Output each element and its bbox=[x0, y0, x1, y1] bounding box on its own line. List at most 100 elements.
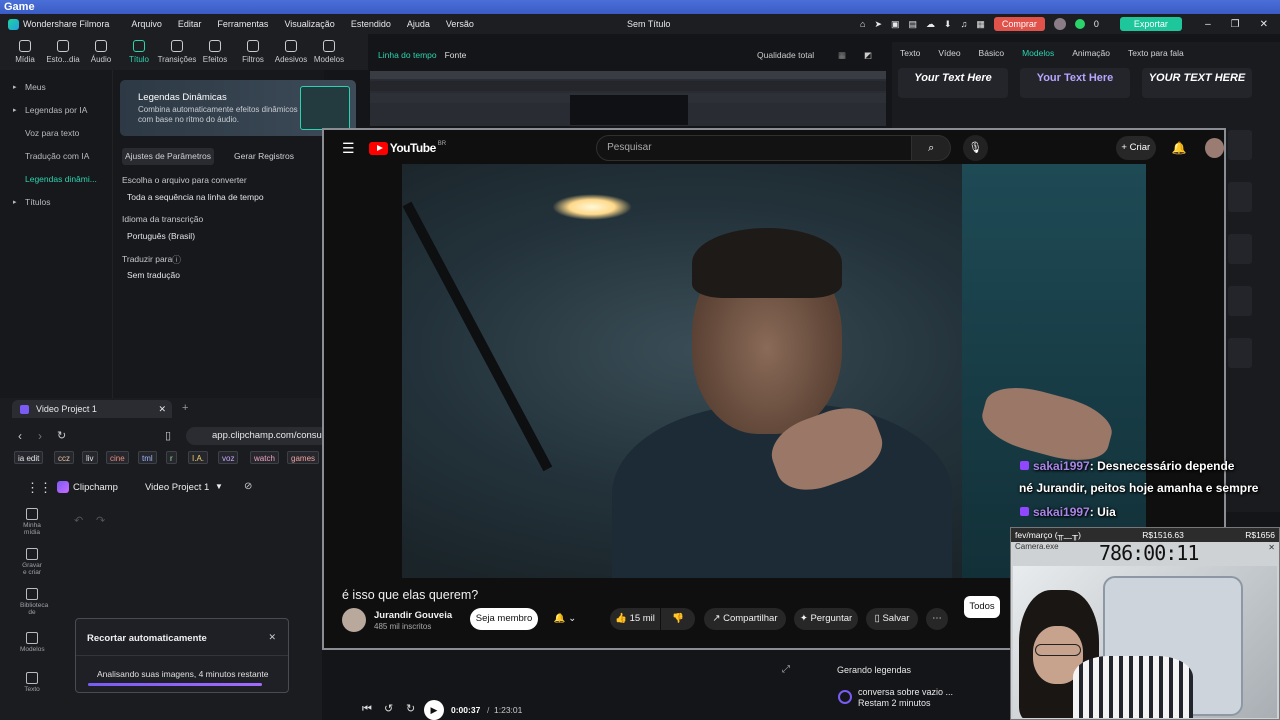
save-icon[interactable]: ▤ bbox=[909, 19, 918, 30]
nav-text[interactable]: Texto bbox=[20, 672, 44, 693]
minimize-icon[interactable]: – bbox=[1205, 19, 1211, 30]
youtube-brand[interactable]: YouTube bbox=[390, 141, 437, 155]
new-tab-icon[interactable]: + bbox=[182, 402, 188, 414]
share-button[interactable]: ↗ Compartilhar bbox=[704, 608, 786, 630]
tool-templates[interactable]: Modelos bbox=[310, 34, 348, 70]
headset-icon[interactable]: ♫ bbox=[961, 19, 968, 29]
template-card[interactable]: Your Text Here bbox=[898, 68, 1008, 98]
menu-arquivo[interactable]: Arquivo bbox=[123, 19, 170, 29]
menu-ajuda[interactable]: Ajuda bbox=[399, 19, 438, 29]
channel-avatar[interactable] bbox=[342, 608, 366, 632]
apps-grid-icon[interactable]: ⋮⋮ bbox=[26, 480, 52, 496]
browser-tab[interactable]: Video Project 1 ✕ bbox=[12, 400, 172, 418]
sidenav-item-speech-to-text[interactable]: Voz para texto bbox=[0, 122, 112, 145]
menu-ferramentas[interactable]: Ferramentas bbox=[209, 19, 276, 29]
nav-my-media[interactable]: Minha mídia bbox=[20, 508, 44, 536]
export-button[interactable]: Exportar bbox=[1119, 17, 1182, 31]
rtab-animation[interactable]: Animação bbox=[1072, 48, 1110, 58]
sidenav-item-titles[interactable]: Títulos bbox=[0, 191, 112, 214]
nav-library[interactable]: Biblioteca de bbox=[20, 588, 48, 616]
chart-icon[interactable]: ◩ bbox=[864, 50, 872, 61]
nav-templates[interactable]: Modelos bbox=[20, 632, 45, 653]
nav-record[interactable]: Gravar e criar bbox=[20, 548, 44, 576]
tool-transitions[interactable]: Transições bbox=[158, 34, 196, 70]
channel-name[interactable]: Jurandir Gouveia bbox=[374, 610, 452, 621]
account-avatar[interactable] bbox=[1204, 138, 1224, 158]
forward-icon[interactable]: › bbox=[38, 429, 42, 443]
play-button[interactable]: ▶ bbox=[424, 700, 444, 720]
tool-audio[interactable]: Áudio bbox=[82, 34, 120, 70]
rtab-tts[interactable]: Texto para fala bbox=[1128, 48, 1184, 58]
bookmark-item[interactable]: games bbox=[287, 451, 320, 464]
filter-chip-all[interactable]: Todos bbox=[964, 596, 1000, 618]
quality-select[interactable]: Qualidade total bbox=[757, 50, 814, 60]
more-button[interactable]: ⋯ bbox=[926, 608, 948, 630]
rtab-templates[interactable]: Modelos bbox=[1022, 48, 1054, 58]
bookmark-item[interactable]: ia edit bbox=[14, 451, 44, 464]
choose-select[interactable]: Toda a sequência na linha de tempo bbox=[127, 192, 264, 202]
toast-close-icon[interactable]: ✕ bbox=[268, 632, 276, 643]
reload-icon[interactable]: ↻ bbox=[57, 429, 66, 442]
chevron-down-icon[interactable]: ▼ bbox=[215, 482, 223, 491]
grid-icon[interactable]: ▦ bbox=[976, 19, 985, 30]
webcam-close-icon[interactable]: ✕ bbox=[1268, 543, 1275, 552]
ask-button[interactable]: ✦ Perguntar bbox=[794, 608, 858, 630]
menu-versao[interactable]: Versão bbox=[438, 19, 482, 29]
menu-editar[interactable]: Editar bbox=[170, 19, 210, 29]
address-bar[interactable]: app.clipchamp.com/consu bbox=[186, 427, 322, 445]
prev-frame-icon[interactable]: ⏮ bbox=[362, 703, 372, 716]
tab-timeline[interactable]: Linha do tempo bbox=[378, 50, 437, 60]
rtab-basic[interactable]: Básico bbox=[979, 48, 1005, 58]
tab-generate[interactable]: Gerar Registros bbox=[234, 151, 294, 161]
bookmark-icon[interactable]: ▯ bbox=[165, 429, 171, 442]
undo-icon[interactable]: ↶ bbox=[74, 514, 83, 527]
help-icon[interactable]: ⓘ bbox=[172, 253, 181, 266]
save-button[interactable]: ▯ Salvar bbox=[866, 608, 918, 630]
sidenav-item-dynamic-captions[interactable]: Legendas dinâmi... bbox=[0, 168, 112, 191]
search-button[interactable]: ⌕ bbox=[912, 135, 951, 161]
rtab-video[interactable]: Vídeo bbox=[938, 48, 960, 58]
sidenav-item-ai-translation[interactable]: Tradução com IA bbox=[0, 145, 112, 168]
tab-params[interactable]: Ajustes de Parâmetros bbox=[122, 148, 214, 165]
buy-button[interactable]: Comprar bbox=[993, 17, 1045, 31]
tab-source[interactable]: Fonte bbox=[445, 50, 467, 60]
bookmark-item[interactable]: cine bbox=[106, 451, 129, 464]
menu-visualizacao[interactable]: Visualização bbox=[276, 19, 342, 29]
bookmark-item[interactable]: tml bbox=[138, 451, 157, 464]
sidenav-item-ai-captions[interactable]: Legendas por IA bbox=[0, 99, 112, 122]
youtube-logo-icon[interactable] bbox=[368, 141, 388, 155]
step-back-icon[interactable]: ↺ bbox=[384, 702, 393, 715]
send-icon[interactable]: ➤ bbox=[874, 19, 882, 30]
dislike-button[interactable]: 👎 bbox=[661, 608, 695, 630]
join-button[interactable]: Seja membro bbox=[470, 608, 538, 630]
download-icon[interactable]: ⬇ bbox=[944, 19, 952, 30]
avatar[interactable] bbox=[1053, 18, 1066, 30]
tool-filters[interactable]: Filtros bbox=[234, 34, 272, 70]
bookmark-item[interactable]: voz bbox=[218, 451, 239, 464]
mic-button[interactable]: 🎙 bbox=[962, 135, 988, 161]
fullscreen-icon[interactable]: ⤢ bbox=[782, 664, 790, 675]
bookmark-item[interactable]: watch bbox=[250, 451, 279, 464]
tool-effects[interactable]: Efeitos bbox=[196, 34, 234, 70]
maximize-icon[interactable]: ❐ bbox=[1231, 19, 1240, 30]
cloud-icon[interactable]: ☁ bbox=[926, 19, 935, 30]
redo-icon[interactable]: ↷ bbox=[96, 514, 105, 527]
translate-select[interactable]: Sem tradução bbox=[127, 270, 180, 280]
subscribed-bell-button[interactable]: 🔔 ⌄ bbox=[546, 608, 584, 630]
device-icon[interactable]: ▣ bbox=[891, 19, 900, 30]
search-input[interactable]: Pesquisar bbox=[596, 135, 913, 161]
tool-title[interactable]: Título bbox=[120, 34, 158, 70]
template-card[interactable]: YOUR TEXT HERE bbox=[1142, 68, 1252, 98]
tool-media[interactable]: Mídia bbox=[6, 34, 44, 70]
tab-close-icon[interactable]: ✕ bbox=[158, 400, 166, 418]
bell-icon[interactable]: 🔔 bbox=[1172, 141, 1187, 155]
menu-estendido[interactable]: Estendido bbox=[343, 19, 399, 29]
bookmark-item[interactable]: liv bbox=[82, 451, 98, 464]
template-card[interactable]: Your Text Here bbox=[1020, 68, 1130, 98]
bookmark-item[interactable]: r bbox=[166, 451, 177, 464]
like-button[interactable]: 👍 15 mil bbox=[610, 608, 660, 630]
gift-icon[interactable]: ⌂ bbox=[860, 19, 865, 29]
sidenav-item-meus[interactable]: Meus bbox=[0, 76, 112, 99]
rtab-text[interactable]: Texto bbox=[900, 48, 920, 58]
close-icon[interactable]: ✕ bbox=[1260, 19, 1268, 30]
